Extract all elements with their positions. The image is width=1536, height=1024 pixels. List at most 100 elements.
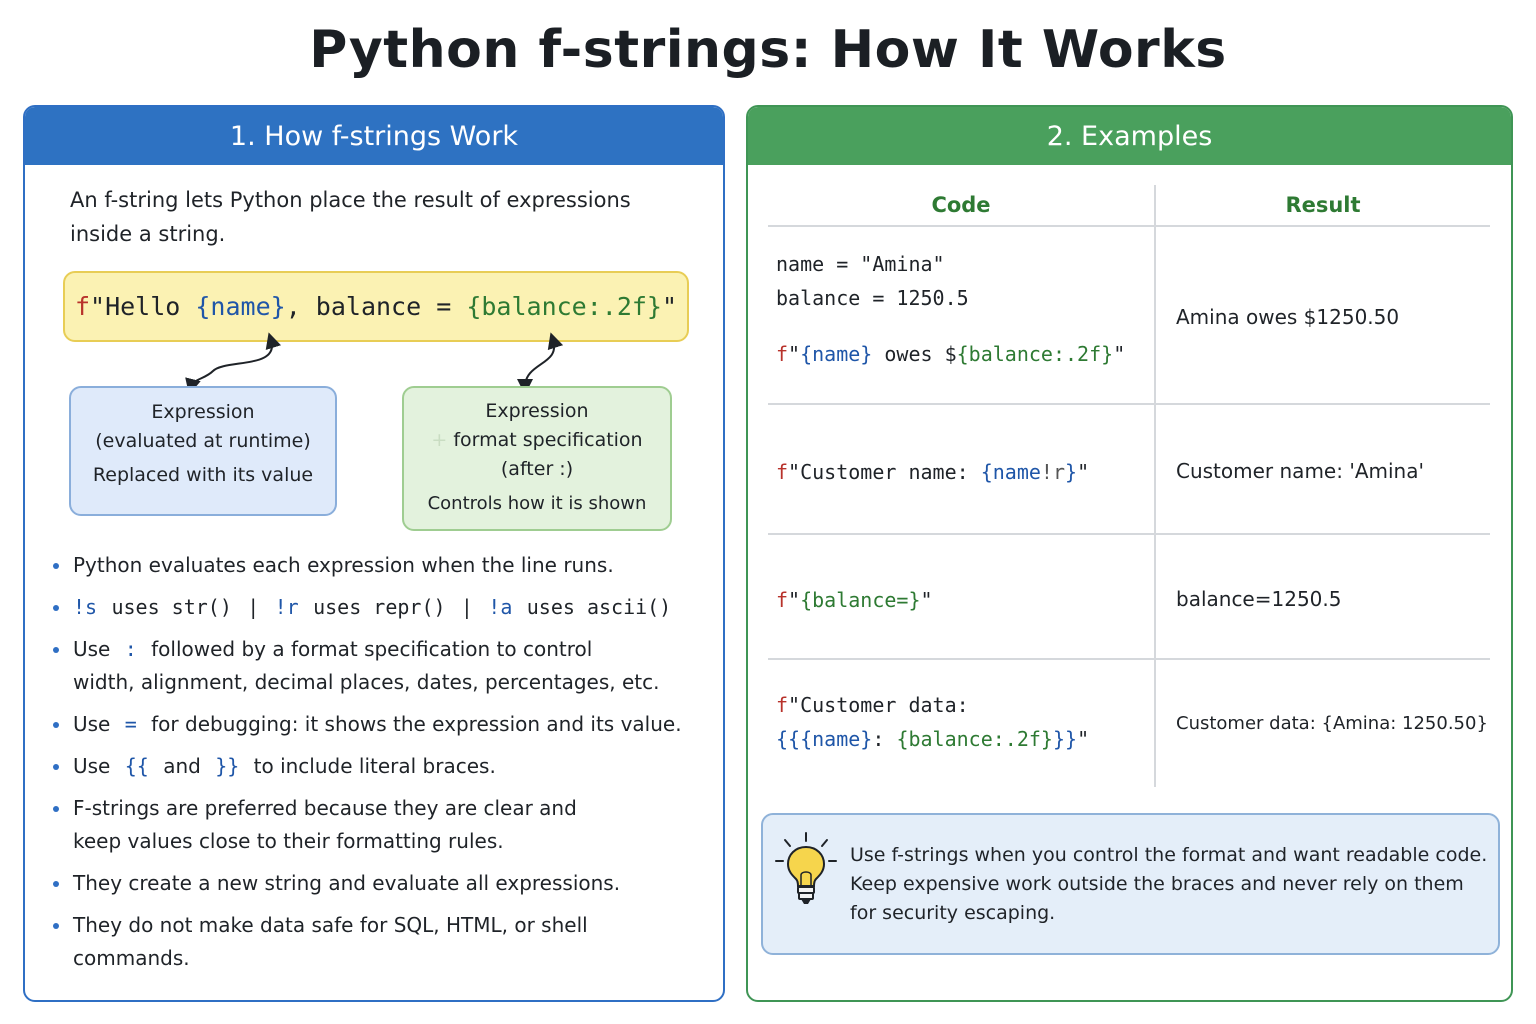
column-header-result: Result xyxy=(1285,193,1361,217)
row-divider xyxy=(768,403,1490,405)
list-item: !s uses str() | !r uses repr() | !a uses asc… xyxy=(49,591,709,624)
bullet-text: for debugging: it shows the expression a… xyxy=(151,712,682,736)
conversion-r-text: uses repr() xyxy=(313,595,446,619)
quote: " xyxy=(788,588,801,612)
inline-code: = xyxy=(124,712,137,736)
conversion-s-text: uses str() xyxy=(111,595,232,619)
code-text: : xyxy=(872,727,897,751)
quote: " xyxy=(920,588,933,612)
code-line: name = "Amina" xyxy=(776,252,945,276)
tip-line-1: Use f-strings when you control the forma… xyxy=(850,844,1488,866)
bullet-text: followed by a format specification to co… xyxy=(151,637,593,661)
bullet-text: and xyxy=(163,754,201,778)
expression-note-line-1: Expression xyxy=(151,401,255,423)
table-row-2-code: f"Customer name: {name!r}" xyxy=(776,455,1146,489)
bullet-text: to include literal braces. xyxy=(253,754,496,778)
bullet-text: They create a new string and evaluate al… xyxy=(73,871,621,895)
list-item: Python evaluates each expression when th… xyxy=(49,549,709,582)
f-prefix: f xyxy=(776,693,789,717)
code-text: "Customer name: xyxy=(788,460,981,484)
how-it-works-panel: 1. How f-strings Work An f-string lets P… xyxy=(23,105,725,1002)
bullet-text: Use xyxy=(73,637,111,661)
code-text: owes $ xyxy=(872,342,957,366)
format-spec-note: Expression + format specification (after… xyxy=(402,386,672,531)
quote: " xyxy=(788,342,801,366)
row-divider xyxy=(768,658,1490,660)
table-row-1-code: name = "Amina" balance = 1250.5 f"{name}… xyxy=(776,247,1146,371)
row-divider xyxy=(768,533,1490,535)
code-line: f"{name} owes ${balance:.2f}" xyxy=(776,337,1146,371)
inline-code: {{ xyxy=(124,754,149,778)
quote: " xyxy=(1113,342,1126,366)
panel-header-examples: 2. Examples xyxy=(748,107,1511,165)
table-row-3-result: balance=1250.5 xyxy=(1176,587,1342,611)
code-expression: {name} xyxy=(800,342,873,366)
code-expression: {balance:.2f} xyxy=(956,342,1114,366)
tip-line-2: Keep expensive work outside the braces a… xyxy=(850,873,1464,895)
list-item: They do not make data safe for SQL, HTML… xyxy=(49,909,709,975)
bullet-text: width, alignment, decimal places, dates,… xyxy=(73,670,660,694)
conversion-r-code: !r xyxy=(274,595,299,619)
expression-note: Expression (evaluated at runtime) Replac… xyxy=(69,386,337,516)
expression-note-line-3: Replaced with its value xyxy=(92,464,314,486)
arrow-format-spec xyxy=(517,332,564,395)
connector-arrows xyxy=(185,332,564,395)
examples-panel: 2. Examples Code Result name = "Amina" b… xyxy=(746,105,1513,1002)
bullet-text: keep values close to their formatting ru… xyxy=(73,829,504,853)
conversion-a-text: uses ascii() xyxy=(526,595,672,619)
format-note-line-1: Expression xyxy=(485,400,589,422)
bullet-text: They do not make data safe for SQL, HTML… xyxy=(73,913,588,970)
page-title: Python f-strings: How It Works xyxy=(309,20,1227,80)
table-row-1-result: Amina owes $1250.50 xyxy=(1176,305,1400,329)
bullet-text: Use xyxy=(73,712,111,736)
bullet-text: Python evaluates each expression when th… xyxy=(73,553,614,577)
tip-callout: Use f-strings when you control the forma… xyxy=(761,813,1500,955)
conversion-flag: !r xyxy=(1040,460,1066,484)
inline-code: }} xyxy=(215,754,240,778)
expression-note-line-2: (evaluated at runtime) xyxy=(95,430,311,452)
quote: " xyxy=(1077,460,1090,484)
conversion-s-code: !s xyxy=(73,595,98,619)
quote: " xyxy=(1077,727,1090,751)
format-note-line-3: (after :) xyxy=(500,458,574,480)
code-text: "Customer data: xyxy=(788,693,969,717)
list-item: Use = for debugging: it shows the expres… xyxy=(49,708,709,741)
code-expression: {balance:.2f} xyxy=(896,727,1053,751)
list-item: They create a new string and evaluate al… xyxy=(49,867,709,900)
bullet-text: F-strings are preferred because they are… xyxy=(73,796,577,820)
lightbulb-icon xyxy=(775,832,837,904)
code-line: f"Customer data: xyxy=(776,688,1146,722)
code-expression: } xyxy=(1065,460,1078,484)
table-row-4-result: Customer data: {Amina: 1250.50} xyxy=(1176,713,1488,734)
literal-brace: }} xyxy=(1052,727,1078,751)
literal-brace: {{ xyxy=(776,727,801,751)
f-prefix: f xyxy=(776,460,789,484)
format-note-line-2: format specification xyxy=(453,429,643,451)
conversion-a-code: !a xyxy=(488,595,513,619)
format-note-line-4: Controls how it is shown xyxy=(427,493,647,514)
code-line: {{{name}: {balance:.2f}}}" xyxy=(776,722,1146,756)
table-row-4-code: f"Customer data: {{{name}: {balance:.2f}… xyxy=(776,688,1146,756)
bullet-text: Use xyxy=(73,754,111,778)
rules-list: Python evaluates each expression when th… xyxy=(49,549,709,984)
tip-line-3: for security escaping. xyxy=(850,902,1056,924)
inline-code: : xyxy=(124,637,137,661)
code-expression: {name xyxy=(980,460,1041,484)
list-item: Use {{ and }} to include literal braces. xyxy=(49,750,709,783)
column-divider xyxy=(1154,185,1156,787)
table-row-3-code: f"{balance=}" xyxy=(776,583,1146,617)
separator: | xyxy=(463,595,471,619)
plus-sign: + xyxy=(431,429,448,451)
tip-text: Use f-strings when you control the forma… xyxy=(850,841,1490,928)
code-expression: {name} xyxy=(800,727,873,751)
f-prefix: f xyxy=(776,588,789,612)
column-header-code: Code xyxy=(931,193,991,217)
list-item: Use : followed by a format specification… xyxy=(49,633,709,699)
f-prefix: f xyxy=(776,342,789,366)
code-expression: {balance=} xyxy=(800,588,921,612)
list-item: F-strings are preferred because they are… xyxy=(49,792,709,858)
table-row-2-result: Customer name: 'Amina' xyxy=(1176,459,1424,483)
header-divider xyxy=(768,225,1490,227)
arrow-expression xyxy=(185,332,282,395)
separator: | xyxy=(249,595,257,619)
